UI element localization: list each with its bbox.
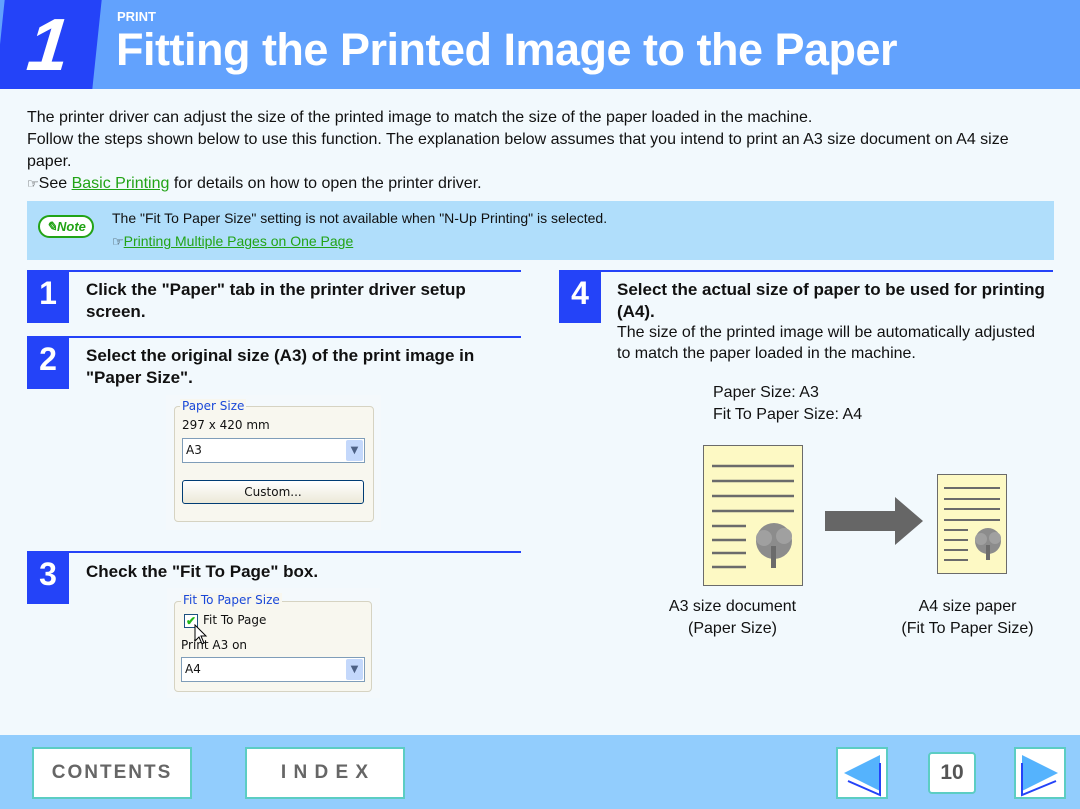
step-divider [559,270,1053,272]
paper-size-group-label: Paper Size [180,399,247,413]
see-suffix: for details on how to open the printer d… [169,175,482,192]
step-divider [27,270,521,272]
fit-to-paper-dialog: Fit To Paper Size ✔ Fit To Page Print A3… [167,588,380,698]
a3-caption-line-2: (Paper Size) [688,620,777,637]
next-page-button[interactable] [1014,747,1066,799]
paper-size-select[interactable]: A3 ▼ [182,438,365,463]
contents-button[interactable]: CONTENTS [32,747,192,799]
intro-text: The printer driver can adjust the size o… [27,107,1057,195]
previous-page-button[interactable] [836,747,888,799]
note-pencil-icon: ✎Note [38,215,94,238]
page-header: 1 PRINT Fitting the Printed Image to the… [0,0,1080,89]
step-2-title: Select the original size (A3) of the pri… [86,346,475,387]
basic-printing-link[interactable]: Basic Printing [72,175,170,192]
chapter-number: 1 [23,3,74,86]
step-3-number: 3 [27,552,69,604]
paper-dimensions: 297 x 420 mm [182,418,270,432]
page-number: 10 [928,752,976,794]
step-1-title: Click the "Paper" tab in the printer dri… [86,280,466,321]
see-prefix: See [38,175,72,192]
page-title: Fitting the Printed Image to the Paper [116,24,898,75]
intro-line-1: The printer driver can adjust the size o… [27,109,813,126]
paper-size-value: A3 [186,443,202,457]
fit-paper-size-select[interactable]: A4 ▼ [181,657,365,682]
reference-icon: ☞ [112,234,124,249]
custom-button[interactable]: Custom... [182,480,364,504]
a4-caption: A4 size paper (Fit To Paper Size) [880,596,1055,640]
step-4-number: 4 [559,271,601,323]
see-reference: ☞See Basic Printing for details on how t… [27,173,1057,195]
chevron-down-icon[interactable]: ▼ [346,659,363,680]
a3-caption: A3 size document (Paper Size) [640,596,825,640]
arrow-right-icon [1021,755,1058,797]
note-badge-label: Note [57,219,86,234]
print-on-label: Print A3 on [181,638,248,652]
reference-icon: ☞ [27,176,39,191]
tree-icon [756,523,792,568]
a4-paper-icon [937,474,1007,574]
a3-document-icon [703,445,803,586]
a4-caption-line-1: A4 size paper [918,598,1017,615]
section-label: PRINT [117,9,156,24]
step-divider [27,551,521,553]
arrow-right-icon [825,497,923,545]
note-box: ✎Note The "Fit To Paper Size" setting is… [27,201,1054,260]
printing-multiple-pages-link[interactable]: Printing Multiple Pages on One Page [124,233,354,249]
fit-group-label: Fit To Paper Size [181,593,282,607]
intro-line-2: Follow the steps shown below to use this… [27,131,1009,170]
step-4-description: The size of the printed image will be au… [617,324,1035,362]
a3-caption-line-1: A3 size document [668,598,797,615]
tree-icon [975,528,1001,560]
paper-size-dialog: Paper Size 297 x 420 mm A3 ▼ Custom... [166,395,381,530]
index-button[interactable]: I N D E X [245,747,405,799]
chapter-number-badge: 1 [0,0,102,89]
document-lines-icon [712,464,794,569]
footer-nav: CONTENTS I N D E X 10 [0,735,1080,809]
note-text: The "Fit To Paper Size" setting is not a… [112,207,607,253]
paper-size-setting-text: Paper Size: A3 [713,384,819,401]
step-1-number: 1 [27,271,69,323]
step-divider [27,336,521,338]
note-message: The "Fit To Paper Size" setting is not a… [112,210,608,226]
step-4-title: Select the actual size of paper to be us… [617,280,1045,321]
document-lines-icon [944,487,1001,561]
fit-to-page-label[interactable]: Fit To Page [203,613,266,627]
fit-paper-size-value: A4 [185,662,201,676]
chevron-down-icon[interactable]: ▼ [346,440,363,461]
arrow-left-icon [844,755,881,797]
a4-caption-line-2: (Fit To Paper Size) [901,620,1034,637]
step-2-number: 2 [27,337,69,389]
step-3-title: Check the "Fit To Page" box. [86,562,319,581]
fit-size-setting-text: Fit To Paper Size: A4 [713,406,863,423]
